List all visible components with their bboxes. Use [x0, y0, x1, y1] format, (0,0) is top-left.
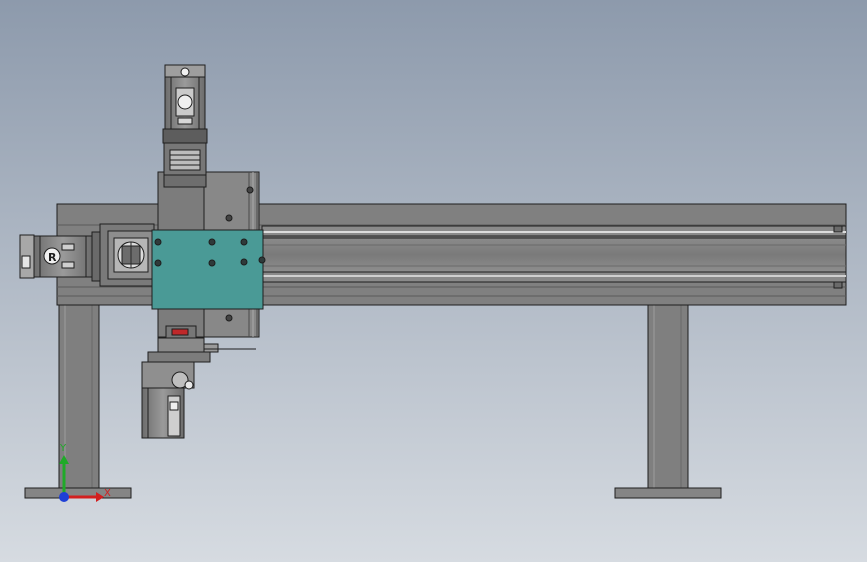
triad-y-label: Y [59, 443, 67, 454]
x-axis-rail [261, 225, 847, 289]
right-foot-plate [614, 487, 722, 499]
triad-x-label: X [104, 488, 111, 499]
triad-z-axis [59, 492, 69, 502]
z-axis-coupler [163, 142, 207, 188]
cad-drawing: R X Y [0, 0, 867, 562]
svg-text:R: R [48, 251, 57, 264]
z-axis-servo-motor [162, 64, 208, 144]
carriage-plate [151, 229, 266, 310]
cad-viewport[interactable]: R X Y [0, 0, 867, 562]
x-axis-motor-mount [99, 223, 155, 287]
x-axis-servo-motor: R [19, 231, 101, 282]
